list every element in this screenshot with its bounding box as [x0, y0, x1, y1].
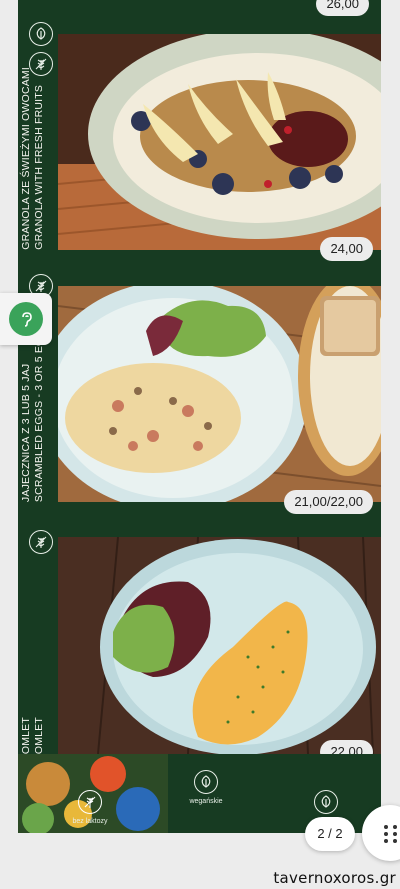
title-en: SCRAMBLED EGGS - 3 OR 5 EGGS: [33, 321, 45, 502]
omlet-photo: [58, 537, 381, 754]
menu-item-omlet[interactable]: OMLET OMLET 22,00: [18, 530, 381, 764]
menu-item-side: OMLET OMLET: [18, 530, 58, 754]
menu-item-title: JAJECZNICA Z 3 LUB 5 JAJ SCRAMBLED EGGS …: [20, 322, 46, 502]
scrambled-eggs-photo: [58, 286, 381, 502]
menu-item-title: GRANOLA ZE ŚWIEŻYMI OWOCAMI GRANOLA WITH…: [20, 67, 46, 250]
granola-photo: [58, 34, 381, 250]
menu-item-title: OMLET OMLET: [20, 717, 46, 754]
legend-vegan: wegańskie: [189, 798, 223, 805]
hearing-icon: [9, 302, 43, 336]
menu-item-granola[interactable]: GRANOLA ZE ŚWIEŻYMI OWOCAMI GRANOLA WITH…: [18, 0, 381, 262]
legend-lactose-free: bez laktozy: [72, 818, 108, 825]
title-pl: JAJECZNICA Z 3 LUB 5 JAJ: [20, 363, 32, 502]
menu-page: 26,00 GRANOLA ZE ŚWIEŻYMI OWOCAMI GRANOL…: [18, 0, 381, 833]
grid-dots-icon: [384, 825, 398, 843]
wheat-crossed-icon: [78, 790, 102, 814]
page-indicator: 2 / 2: [305, 817, 355, 851]
price-badge: 24,00: [320, 237, 373, 261]
accessibility-button[interactable]: [0, 293, 52, 345]
title-en: OMLET: [33, 716, 45, 754]
title-en: GRANOLA WITH FRESH FRUITS: [33, 85, 45, 250]
watermark: tavernoxoros.gr: [273, 869, 396, 887]
leaf-icon: [29, 22, 53, 46]
leaf-icon: [194, 770, 218, 794]
menu-item-scrambled-eggs[interactable]: JAJECZNICA Z 3 LUB 5 JAJ SCRAMBLED EGGS …: [18, 262, 381, 532]
title-pl: GRANOLA ZE ŚWIEŻYMI OWOCAMI: [20, 67, 32, 250]
menu-item-side: GRANOLA ZE ŚWIEŻYMI OWOCAMI GRANOLA WITH…: [18, 0, 58, 250]
title-pl: OMLET: [20, 716, 32, 754]
leaf-icon: [314, 790, 338, 814]
price-badge: 21,00/22,00: [284, 490, 373, 514]
wheat-icon: [29, 530, 53, 554]
